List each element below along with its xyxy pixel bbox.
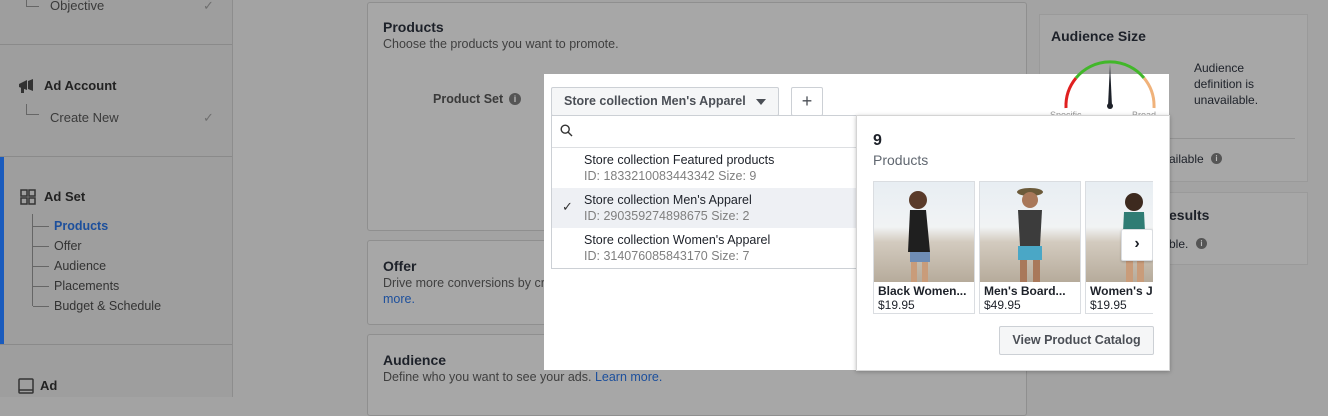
divider (0, 44, 232, 45)
sidebar-ad-set-title[interactable]: Ad Set (44, 189, 85, 204)
product-image (980, 182, 1080, 282)
add-product-set-button[interactable]: + (791, 87, 823, 116)
dropdown-search-input[interactable] (578, 121, 852, 143)
search-icon (560, 124, 573, 142)
audience-size-title: Audience Size (1051, 28, 1146, 44)
sidebar-item-products[interactable]: Products (54, 219, 108, 233)
sidebar-item-placements[interactable]: Placements (54, 279, 119, 293)
tree-connector (32, 214, 33, 306)
ad-icon (18, 378, 34, 399)
dropdown-item-name: Store collection Men's Apparel (584, 193, 752, 207)
megaphone-icon (18, 78, 36, 99)
product-tile[interactable]: Black Women... $19.95 (873, 181, 975, 314)
product-count-label: Products (873, 152, 929, 168)
dropdown-item-name: Store collection Women's Apparel (584, 233, 771, 247)
dropdown-item-meta: ID: 290359274898675 Size: 2 (584, 209, 750, 223)
audience-learn-more-link[interactable]: Learn more. (595, 370, 662, 384)
product-set-dropdown[interactable]: Store collection Men's Apparel (551, 87, 779, 116)
audience-card-title: Audience (383, 352, 447, 368)
audience-card-description: Define who you want to see your ads. Lea… (383, 370, 662, 384)
chevron-right-icon[interactable]: › (1121, 229, 1153, 261)
check-icon: ✓ (203, 0, 214, 13)
view-product-catalog-button[interactable]: View Product Catalog (999, 326, 1154, 355)
tree-tick (33, 226, 49, 227)
chevron-down-icon (756, 99, 766, 105)
product-count: 9 (873, 132, 882, 149)
tree-tick (33, 286, 49, 287)
product-price: $49.95 (984, 298, 1021, 312)
dropdown-item-selected[interactable]: ✓ Store collection Men's Apparel ID: 290… (552, 188, 857, 228)
products-card-description: Choose the products you want to promote. (383, 37, 619, 51)
dropdown-item[interactable]: Store collection Women's Apparel ID: 314… (552, 228, 857, 268)
tree-connector (26, 104, 39, 115)
dropdown-item-meta: ID: 1833210083443342 Size: 9 (584, 169, 757, 183)
dropdown-item[interactable]: Store collection Featured products ID: 1… (552, 148, 857, 188)
product-price: $19.95 (1090, 298, 1127, 312)
sidebar-ad-account-title[interactable]: Ad Account (44, 78, 116, 93)
product-preview-popover: 9 Products Black Women... $19.95 Men's B… (856, 115, 1170, 371)
offer-learn-more-link[interactable]: more. (383, 292, 415, 306)
product-carousel: Black Women... $19.95 Men's Board... $49… (873, 181, 1153, 315)
tree-connector (26, 0, 39, 7)
offer-card-title: Offer (383, 258, 417, 274)
product-image (874, 182, 974, 282)
check-icon: ✓ (562, 199, 573, 214)
check-icon: ✓ (203, 110, 214, 125)
sidebar-objective-label[interactable]: Objective (50, 0, 104, 13)
dropdown-item-meta: ID: 314076085843170 Size: 7 (584, 249, 750, 263)
tree-tick (33, 306, 49, 307)
audience-description-text: Define who you want to see your ads. (383, 370, 592, 384)
dropdown-search (552, 116, 858, 148)
product-name: Women's J (1090, 284, 1153, 298)
info-icon[interactable]: i (1211, 153, 1222, 164)
audience-size-text: Audience definition is unavailable. (1194, 61, 1259, 107)
dropdown-item-name: Store collection Featured products (584, 153, 775, 167)
ad-set-grid-icon (20, 189, 36, 210)
sidebar-item-budget-schedule[interactable]: Budget & Schedule (54, 299, 161, 313)
product-set-dropdown-menu: Store collection Featured products ID: 1… (551, 115, 859, 269)
product-set-selected: Store collection Men's Apparel (564, 94, 746, 108)
sidebar-ad-title[interactable]: Ad (40, 378, 57, 393)
product-set-label: Product Set (433, 92, 504, 106)
divider (0, 344, 232, 345)
sidebar-item-audience[interactable]: Audience (54, 259, 106, 273)
info-icon[interactable]: i (1196, 238, 1207, 249)
tree-tick (33, 266, 49, 267)
sidebar-create-new[interactable]: Create New (50, 110, 119, 125)
divider (0, 156, 232, 157)
product-price: $19.95 (878, 298, 915, 312)
product-name: Black Women... (878, 284, 967, 298)
tree-tick (33, 246, 49, 247)
active-section-indicator (0, 157, 4, 344)
left-sidebar: Objective ✓ Ad Account Create New ✓ Ad S… (0, 0, 233, 397)
results-title: esults (1169, 207, 1210, 223)
info-icon[interactable]: i (509, 93, 521, 105)
results-text: ble. (1169, 237, 1189, 251)
sidebar-item-offer[interactable]: Offer (54, 239, 82, 253)
products-card-title: Products (383, 19, 444, 35)
product-name: Men's Board... (984, 284, 1066, 298)
product-tile[interactable]: Men's Board... $49.95 (979, 181, 1081, 314)
